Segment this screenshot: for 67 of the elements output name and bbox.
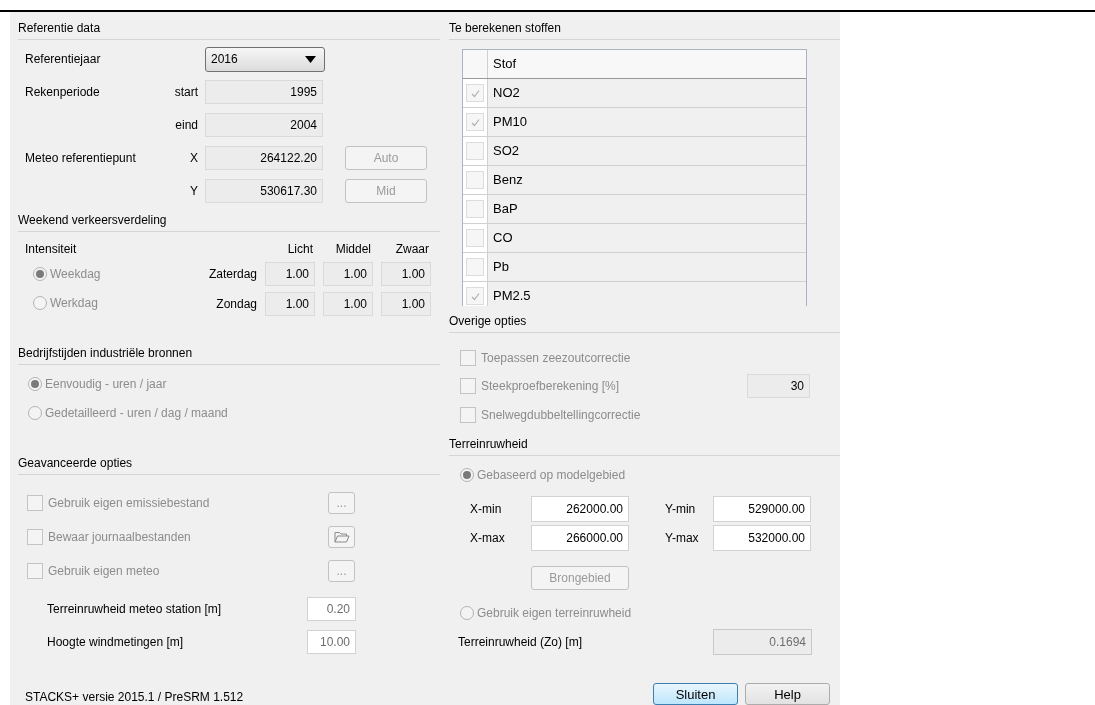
field-label: Rekenperiode: [25, 85, 100, 99]
checkbox[interactable]: [466, 258, 484, 276]
checkbox[interactable]: [466, 229, 484, 247]
group-label: Intensiteit: [25, 242, 78, 256]
table-cell-text: NO2: [492, 84, 521, 102]
number-field[interactable]: 1.00: [323, 292, 373, 316]
number-field[interactable]: 0.20: [307, 597, 356, 621]
version-text: STACKS+ versie 2015.1 / PreSRM 1.512: [24, 690, 245, 704]
number-field[interactable]: 1.00: [265, 292, 315, 316]
section-title: Geavanceerde opties: [18, 452, 440, 475]
section-title: Overige opties: [449, 310, 840, 333]
section-title: Terreinruwheid: [449, 432, 840, 456]
section-title: Weekend verkeersverdeling: [18, 209, 440, 232]
table-cell-text: PM10: [492, 113, 528, 131]
number-field[interactable]: 532000.00: [713, 525, 811, 552]
number-field[interactable]: 529000.00: [713, 496, 811, 523]
section-title: Bedrijfstijden industriële bronnen: [18, 342, 440, 365]
dropdown-arrow-icon: [305, 55, 316, 63]
table-cell-text: Pb: [492, 258, 510, 276]
folder-icon: [333, 531, 350, 543]
field-label: start: [173, 85, 199, 99]
field-label: eind: [174, 118, 199, 132]
row-label: Zondag: [215, 297, 257, 311]
table-cell-text: BaP: [492, 200, 519, 218]
field-label: Y-min: [665, 502, 697, 517]
checkbox[interactable]: [466, 200, 484, 218]
number-field[interactable]: 262000.00: [531, 496, 629, 523]
check-icon: [469, 116, 481, 128]
checkbox[interactable]: [466, 171, 484, 189]
number-field[interactable]: 1.00: [265, 262, 315, 286]
column-header: Middel: [334, 242, 372, 256]
dialog-button[interactable]: Help: [745, 683, 830, 705]
table-cell-text: PM2.5: [492, 287, 532, 305]
year-dropdown[interactable]: 2016: [205, 46, 325, 72]
field-label: Hoogte windmetingen [m]: [47, 635, 185, 649]
field-label: X-max: [470, 531, 506, 546]
checkbox[interactable]: [466, 84, 484, 102]
table-cell-text: Benz: [492, 171, 524, 189]
row-label: Zaterdag: [207, 267, 257, 281]
folder-button[interactable]: [328, 526, 355, 548]
checkbox[interactable]: [466, 113, 484, 131]
check-icon: [469, 87, 481, 99]
field-label: Y-max: [665, 531, 700, 546]
table-cell-text: SO2: [492, 142, 520, 160]
field-label: Meteo referentiepunt: [25, 151, 136, 165]
column-header: Licht: [286, 242, 314, 256]
section-title: Te berekenen stoffen: [449, 17, 840, 40]
number-field[interactable]: 1.00: [381, 292, 431, 316]
field-label: X-min: [470, 502, 503, 517]
field-label: Referentiejaar: [25, 52, 102, 66]
number-field[interactable]: 1.00: [323, 262, 373, 286]
field-label: Y: [189, 184, 199, 198]
column-header: Zwaar: [394, 242, 430, 256]
field-label: X: [189, 151, 199, 165]
check-icon: [469, 290, 481, 302]
checkbox[interactable]: [466, 287, 484, 305]
number-field[interactable]: 0.1694: [713, 629, 812, 655]
table-cell-text: CO: [492, 229, 514, 247]
checkbox[interactable]: [466, 142, 484, 160]
dialog-button[interactable]: Sluiten: [653, 683, 738, 705]
number-field[interactable]: 1.00: [381, 262, 431, 286]
field-label: Terreinruwheid (Zo) [m]: [458, 635, 584, 649]
number-field[interactable]: 266000.00: [531, 525, 629, 552]
field-label: Terreinruwheid meteo station [m]: [47, 602, 223, 616]
number-field[interactable]: 10.00: [307, 630, 356, 654]
column-header: Stof: [492, 55, 518, 73]
section-title: Referentie data: [18, 17, 440, 40]
